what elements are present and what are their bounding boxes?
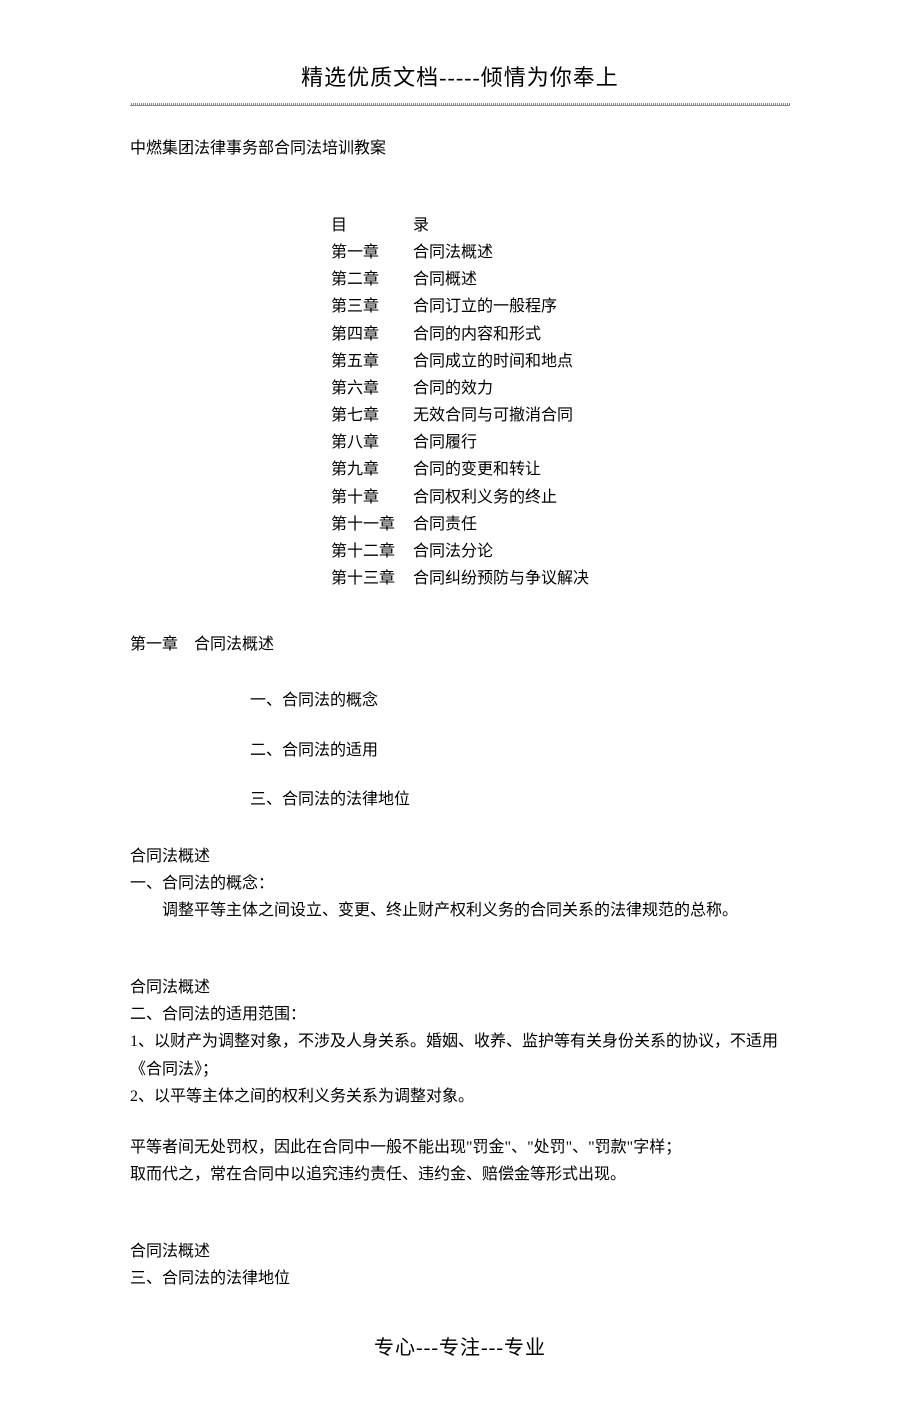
toc-row: 第四章合同的内容和形式 [331, 321, 589, 348]
toc-chapter: 第六章 [331, 375, 413, 402]
toc-chapter: 第十二章 [331, 538, 413, 565]
block-line: 2、以平等主体之间的权利义务关系为调整对象。 [130, 1083, 790, 1110]
toc-title: 合同责任 [413, 511, 477, 538]
toc-row: 第十二章合同法分论 [331, 538, 589, 565]
toc-title: 合同的效力 [413, 375, 493, 402]
block-line: 1、以财产为调整对象，不涉及人身关系。婚姻、收养、监护等有关身份关系的协议，不适… [130, 1028, 790, 1082]
chapter-1-heading: 第一章 合同法概述 [130, 632, 790, 658]
toc-chapter: 第十三章 [331, 565, 413, 592]
toc-row: 第六章合同的效力 [331, 375, 589, 402]
chapter-1-points: 一、合同法的概念 二、合同法的适用 三、合同法的法律地位 [250, 688, 790, 813]
block-body: 调整平等主体之间设立、变更、终止财产权利义务的合同关系的法律规范的总称。 [130, 897, 790, 924]
block-heading: 合同法概述 [130, 1238, 790, 1265]
toc-row: 第七章无效合同与可撤消合同 [331, 402, 589, 429]
toc-title: 合同成立的时间和地点 [413, 348, 573, 375]
body-block-1: 合同法概述 一、合同法的概念： 调整平等主体之间设立、变更、终止财产权利义务的合… [130, 843, 790, 925]
body-block-3: 平等者间无处罚权，因此在合同中一般不能出现"罚金"、"处罚"、"罚款"字样； 取… [130, 1134, 790, 1188]
toc-title: 合同纠纷预防与争议解决 [413, 565, 589, 592]
toc-chapter: 第七章 [331, 402, 413, 429]
toc-title: 合同法概述 [413, 239, 493, 266]
toc-row: 第九章合同的变更和转让 [331, 456, 589, 483]
toc-title: 合同权利义务的终止 [413, 484, 557, 511]
toc-row: 第三章合同订立的一般程序 [331, 293, 589, 320]
block-subheading: 三、合同法的法律地位 [130, 1265, 790, 1292]
block-heading: 合同法概述 [130, 843, 790, 870]
toc-chapter: 第十一章 [331, 511, 413, 538]
toc-title: 合同订立的一般程序 [413, 293, 557, 320]
toc-row: 第八章合同履行 [331, 429, 589, 456]
point-item: 三、合同法的法律地位 [250, 787, 790, 813]
block-line: 平等者间无处罚权，因此在合同中一般不能出现"罚金"、"处罚"、"罚款"字样； [130, 1134, 790, 1161]
toc-chapter: 第五章 [331, 348, 413, 375]
page-header: 精选优质文档-----倾情为你奉上 [130, 60, 790, 95]
toc-chapter: 第四章 [331, 321, 413, 348]
toc-row: 第五章合同成立的时间和地点 [331, 348, 589, 375]
toc-title: 合同法分论 [413, 538, 493, 565]
toc-header-left: 目 [331, 212, 413, 239]
toc-row: 第十章合同权利义务的终止 [331, 484, 589, 511]
page-footer: 专心---专注---专业 [130, 1332, 790, 1364]
block-subheading: 二、合同法的适用范围： [130, 1001, 790, 1028]
block-subheading: 一、合同法的概念： [130, 870, 790, 897]
toc-chapter: 第八章 [331, 429, 413, 456]
block-line: 取而代之，常在合同中以追究违约责任、违约金、赔偿金等形式出现。 [130, 1161, 790, 1188]
toc-row: 第十一章合同责任 [331, 511, 589, 538]
toc-chapter: 第一章 [331, 239, 413, 266]
toc-chapter: 第九章 [331, 456, 413, 483]
toc-title: 合同的内容和形式 [413, 321, 541, 348]
toc-title: 合同履行 [413, 429, 477, 456]
toc-row: 第十三章合同纠纷预防与争议解决 [331, 565, 589, 592]
toc-title: 合同概述 [413, 266, 477, 293]
toc-chapter: 第三章 [331, 293, 413, 320]
toc-header-right: 录 [413, 212, 429, 239]
toc-row: 第二章合同概述 [331, 266, 589, 293]
table-of-contents: 目 录 第一章合同法概述 第二章合同概述 第三章合同订立的一般程序 第四章合同的… [331, 212, 589, 593]
point-item: 一、合同法的概念 [250, 688, 790, 714]
toc-chapter: 第十章 [331, 484, 413, 511]
body-block-2: 合同法概述 二、合同法的适用范围： 1、以财产为调整对象，不涉及人身关系。婚姻、… [130, 974, 790, 1110]
toc-row: 第一章合同法概述 [331, 239, 589, 266]
body-block-4: 合同法概述 三、合同法的法律地位 [130, 1238, 790, 1292]
toc-title: 合同的变更和转让 [413, 456, 541, 483]
header-divider [130, 103, 790, 106]
toc-title: 无效合同与可撤消合同 [413, 402, 573, 429]
point-item: 二、合同法的适用 [250, 738, 790, 764]
document-title: 中燃集团法律事务部合同法培训教案 [130, 136, 790, 162]
toc-header-row: 目 录 [331, 212, 589, 239]
toc-chapter: 第二章 [331, 266, 413, 293]
block-heading: 合同法概述 [130, 974, 790, 1001]
